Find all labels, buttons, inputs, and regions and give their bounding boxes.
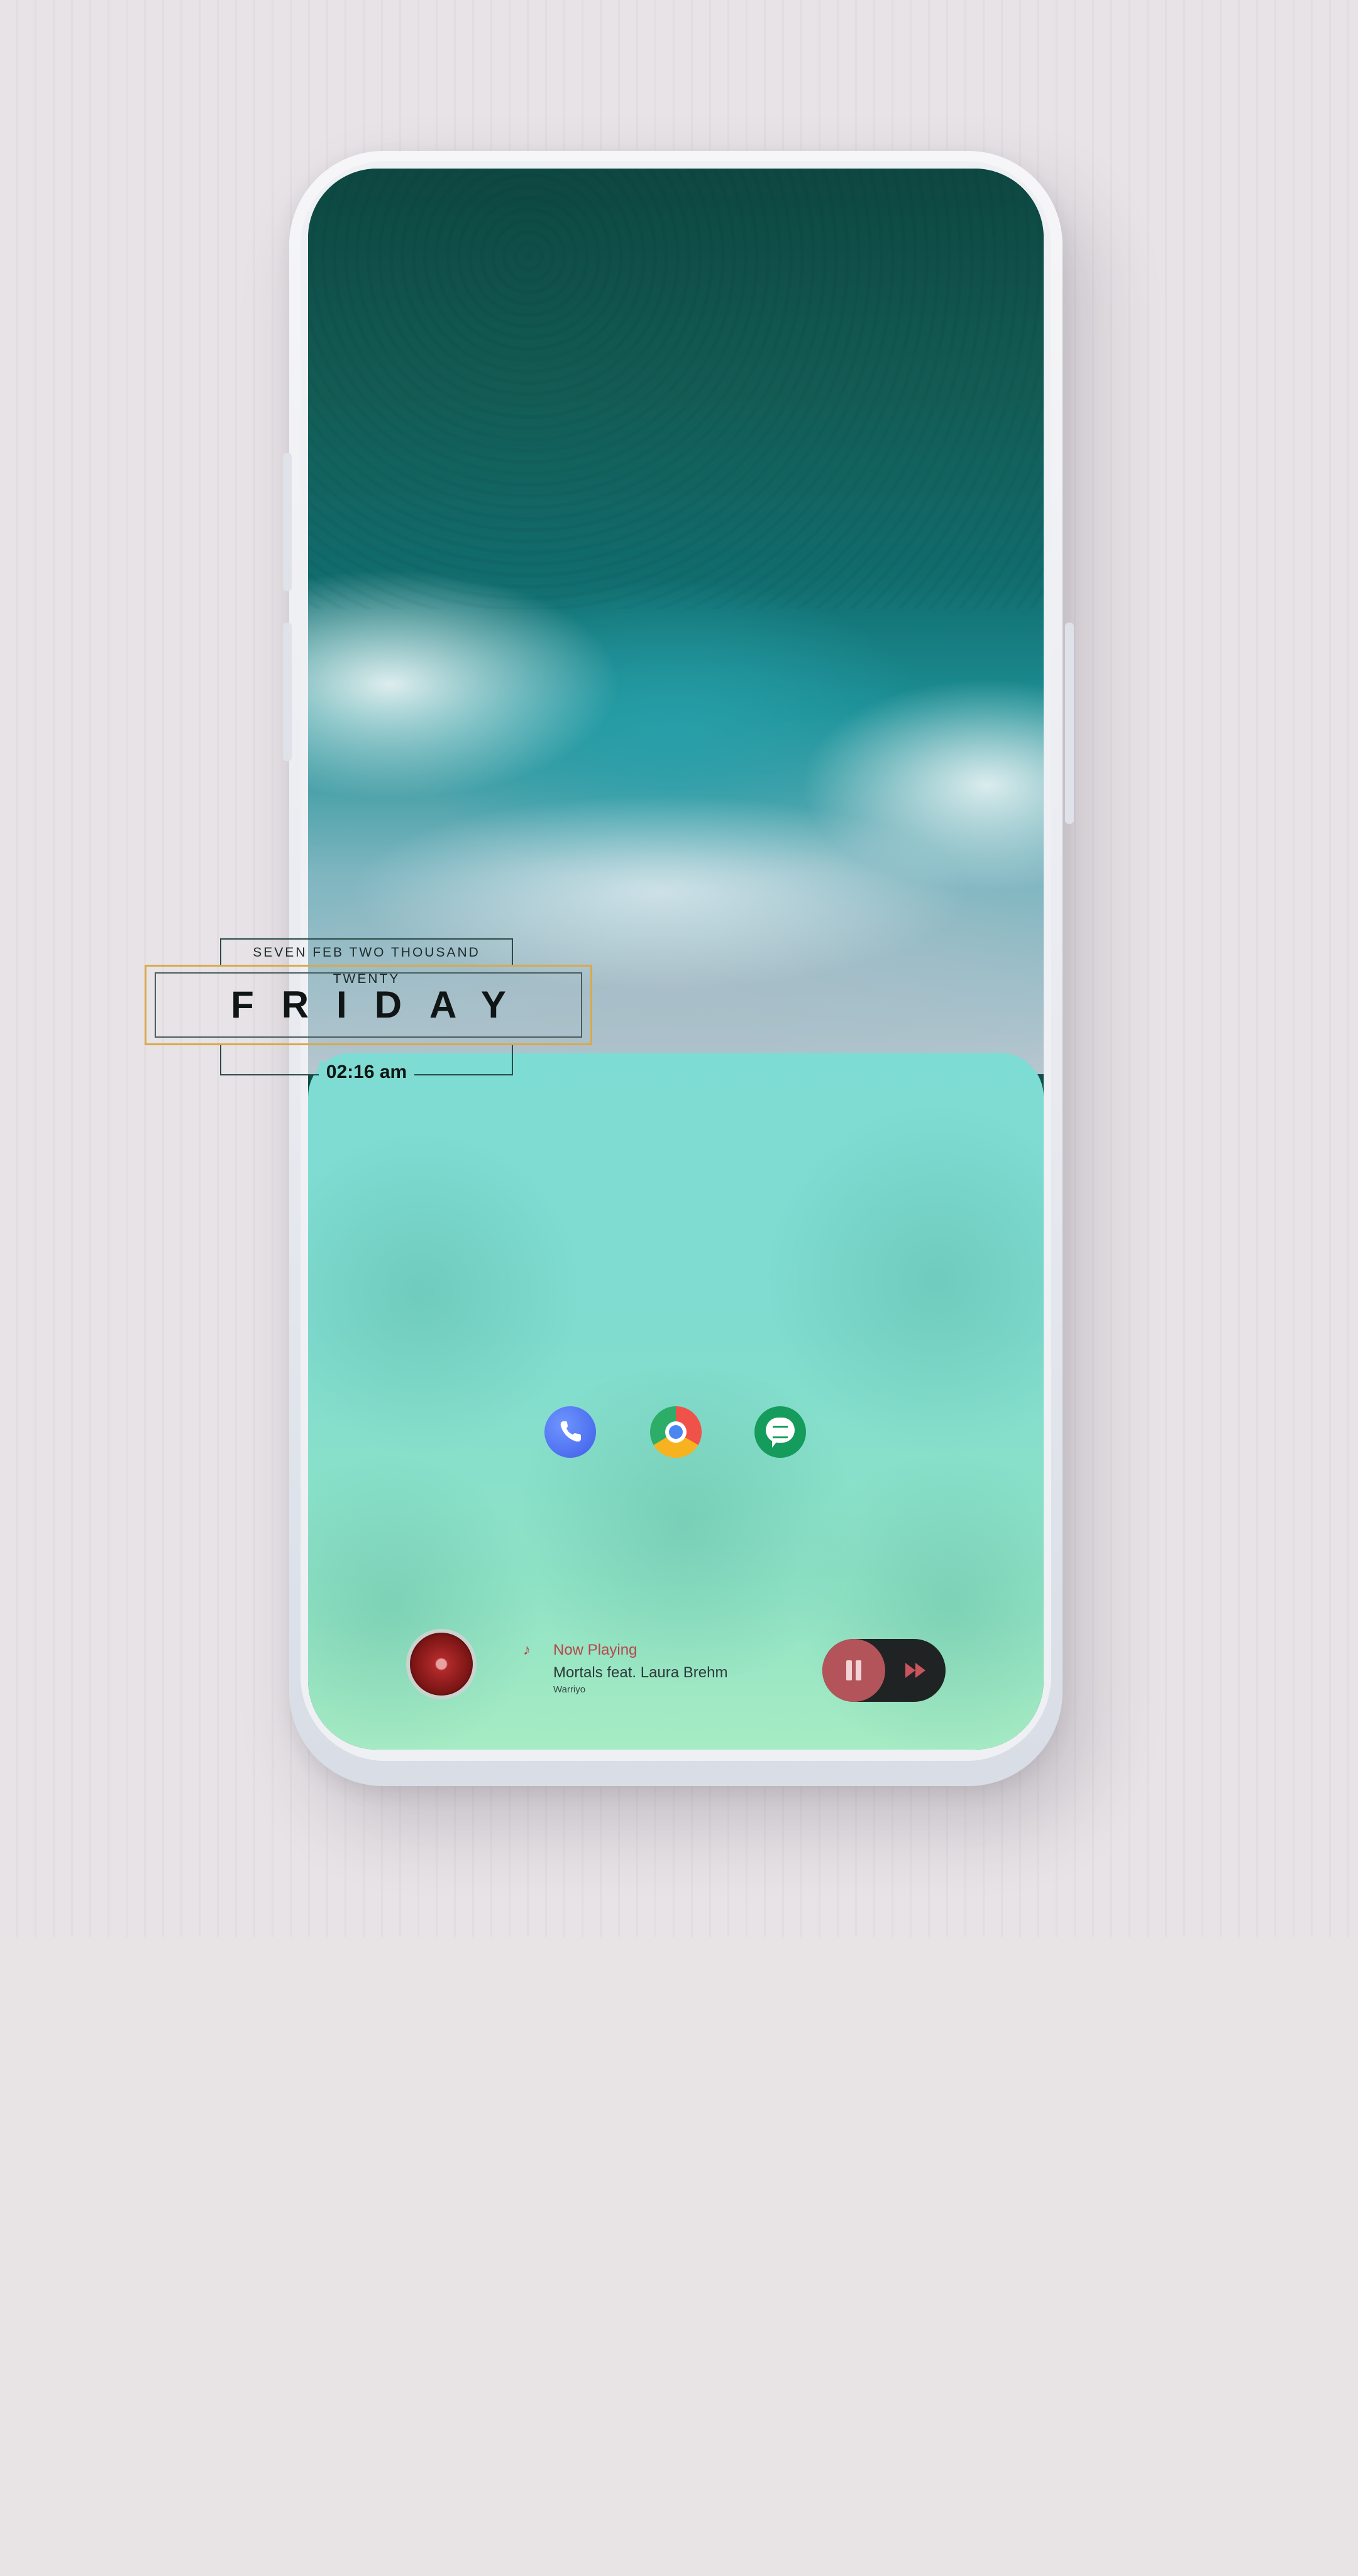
now-playing-label: Now Playing [553, 1641, 638, 1658]
track-artist: Warriyo [553, 1684, 586, 1695]
messages-app-icon[interactable] [754, 1406, 806, 1458]
volume-down-button [283, 623, 292, 761]
album-art[interactable] [406, 1629, 477, 1699]
time-label: 02:16 am [318, 1062, 415, 1082]
date-widget-top: SEVEN FEB TWO THOUSAND TWENTY [220, 938, 513, 986]
chrome-app-icon[interactable] [650, 1406, 702, 1458]
phone-handset-icon [560, 1421, 581, 1442]
chrome-logo-icon [665, 1421, 687, 1443]
volume-up-button [283, 453, 292, 591]
fast-forward-icon [905, 1663, 915, 1678]
track-title: Mortals feat. Laura Brehm [553, 1664, 728, 1681]
music-note-icon: ♪ [523, 1641, 531, 1658]
pause-button[interactable] [822, 1639, 885, 1702]
day-label: FRIDAY [231, 984, 534, 1026]
playback-controls [822, 1639, 946, 1702]
phone-app-icon[interactable] [544, 1406, 596, 1458]
power-button [1065, 623, 1074, 824]
fast-forward-button[interactable] [898, 1658, 936, 1683]
time-display: 02:16 am [220, 1062, 513, 1083]
